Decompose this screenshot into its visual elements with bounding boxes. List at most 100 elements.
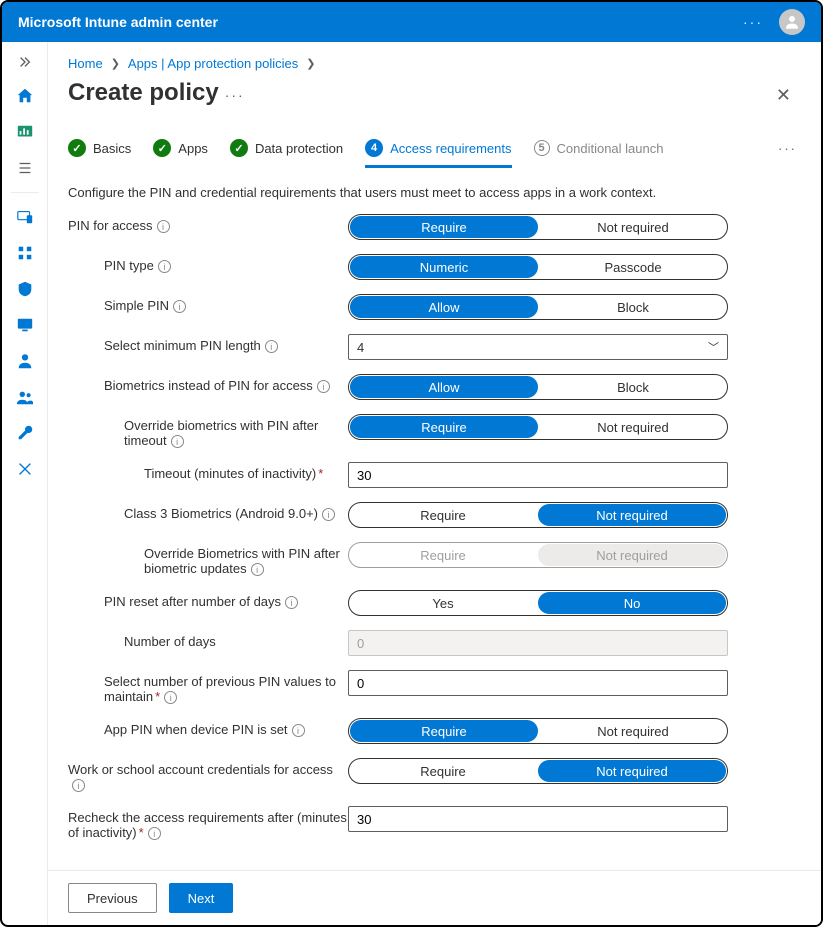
field-label: PIN type — [104, 258, 154, 273]
nav-devices[interactable] — [8, 201, 42, 233]
option-passcode[interactable]: Passcode — [539, 255, 727, 279]
nav-groups[interactable] — [8, 381, 42, 413]
option-require[interactable]: Require — [350, 720, 538, 742]
chevron-right-icon: ❯ — [306, 57, 315, 70]
info-icon[interactable]: i — [285, 596, 298, 609]
checkmark-icon: ✓ — [230, 139, 248, 157]
step-data-protection[interactable]: ✓ Data protection — [230, 139, 343, 157]
option-yes[interactable]: Yes — [349, 591, 537, 615]
toggle-biometrics-instead[interactable]: Allow Block — [348, 374, 728, 400]
nav-apps[interactable] — [8, 237, 42, 269]
info-icon[interactable]: i — [158, 260, 171, 273]
option-require: Require — [349, 543, 537, 567]
close-button[interactable]: ✕ — [770, 81, 797, 110]
toggle-override-bio-timeout[interactable]: Require Not required — [348, 414, 728, 440]
chevron-double-right-icon — [18, 55, 32, 69]
option-require[interactable]: Require — [350, 416, 538, 438]
info-icon[interactable]: i — [157, 220, 170, 233]
option-no[interactable]: No — [538, 592, 726, 614]
nav-users[interactable] — [8, 345, 42, 377]
info-icon[interactable]: i — [72, 779, 85, 792]
nav-dashboard[interactable] — [8, 116, 42, 148]
step-conditional-launch[interactable]: 5 Conditional launch — [534, 140, 664, 156]
step-access-requirements[interactable]: 4Access requirements — [365, 139, 511, 168]
nav-endpoint-security[interactable] — [8, 273, 42, 305]
info-icon[interactable]: i — [164, 691, 177, 704]
field-label: Number of days — [124, 634, 216, 649]
toggle-simple-pin[interactable]: Allow Block — [348, 294, 728, 320]
row-recheck-minutes: Recheck the access requirements after (m… — [68, 806, 801, 840]
row-simple-pin: Simple PINi Allow Block — [68, 294, 801, 320]
next-button[interactable]: Next — [169, 883, 234, 913]
step-basics[interactable]: ✓Basics — [68, 139, 131, 157]
step-label: Conditional launch — [557, 141, 664, 156]
checkmark-icon: ✓ — [153, 139, 171, 157]
field-label: Biometrics instead of PIN for access — [104, 378, 313, 393]
toggle-class3-biometrics[interactable]: Require Not required — [348, 502, 728, 528]
chevron-down-icon: ﹀ — [708, 339, 719, 355]
option-allow[interactable]: Allow — [350, 296, 538, 318]
option-not-required[interactable]: Not required — [539, 215, 727, 239]
info-icon[interactable]: i — [322, 508, 335, 521]
row-class3-biometrics: Class 3 Biometrics (Android 9.0+)i Requi… — [68, 502, 801, 528]
steps-more-icon[interactable]: ··· — [778, 141, 801, 156]
toggle-pin-reset-days[interactable]: Yes No — [348, 590, 728, 616]
option-block[interactable]: Block — [539, 375, 727, 399]
titlebar-more-icon[interactable]: ··· — [743, 14, 763, 30]
info-icon[interactable]: i — [317, 380, 330, 393]
input-recheck-minutes[interactable] — [348, 806, 728, 832]
required-marker: * — [139, 825, 144, 840]
toggle-pin-for-access[interactable]: Require Not required — [348, 214, 728, 240]
option-not-required[interactable]: Not required — [539, 719, 727, 743]
breadcrumb-home[interactable]: Home — [68, 56, 103, 71]
field-label: Recheck the access requirements after (m… — [68, 810, 347, 840]
nav-tenant-admin[interactable] — [8, 417, 42, 449]
info-icon[interactable]: i — [292, 724, 305, 737]
home-icon — [16, 87, 34, 105]
option-not-required[interactable]: Not required — [539, 415, 727, 439]
field-label: Override biometrics with PIN after timeo… — [124, 418, 318, 448]
toggle-override-bio-updates: Require Not required — [348, 542, 728, 568]
page-title: Create policy — [68, 79, 219, 107]
info-icon[interactable]: i — [265, 340, 278, 353]
nav-collapse-button[interactable] — [8, 48, 42, 76]
breadcrumb-apps[interactable]: Apps | App protection policies — [128, 56, 298, 71]
option-require[interactable]: Require — [349, 759, 537, 783]
field-label: Override Biometrics with PIN after biome… — [144, 546, 340, 576]
previous-button[interactable]: Previous — [68, 883, 157, 913]
option-not-required[interactable]: Not required — [538, 504, 726, 526]
step-number: 5 — [534, 140, 550, 156]
info-icon[interactable]: i — [173, 300, 186, 313]
input-prev-pin-values[interactable] — [348, 670, 728, 696]
row-app-pin-when-device-pin: App PIN when device PIN is set i Require … — [68, 718, 801, 744]
list-icon — [16, 159, 34, 177]
option-allow[interactable]: Allow — [350, 376, 538, 398]
tools-icon — [16, 460, 34, 478]
step-number: 4 — [365, 139, 383, 157]
info-icon[interactable]: i — [251, 563, 264, 576]
field-label: App PIN when device PIN is set — [104, 722, 288, 737]
option-require[interactable]: Require — [349, 503, 537, 527]
user-avatar[interactable] — [779, 9, 805, 35]
info-icon[interactable]: i — [148, 827, 161, 840]
info-icon[interactable]: i — [171, 435, 184, 448]
toggle-app-pin-when-device-pin[interactable]: Require Not required — [348, 718, 728, 744]
page-more-icon[interactable]: ··· — [225, 87, 245, 103]
select-min-pin-length[interactable]: 4 ﹀ — [348, 334, 728, 360]
toggle-pin-type[interactable]: Numeric Passcode — [348, 254, 728, 280]
input-timeout-minutes[interactable] — [348, 462, 728, 488]
option-require[interactable]: Require — [350, 216, 538, 238]
toggle-work-account-creds[interactable]: Require Not required — [348, 758, 728, 784]
nav-troubleshooting[interactable] — [8, 453, 42, 485]
nav-home[interactable] — [8, 80, 42, 112]
nav-all-services[interactable] — [8, 152, 42, 184]
step-label: Data protection — [255, 141, 343, 156]
nav-reports[interactable] — [8, 309, 42, 341]
option-not-required[interactable]: Not required — [538, 760, 726, 782]
step-apps[interactable]: ✓ Apps — [153, 139, 208, 157]
option-block[interactable]: Block — [539, 295, 727, 319]
row-number-of-days: Number of days — [68, 630, 801, 656]
step-label: Apps — [178, 141, 208, 156]
option-numeric[interactable]: Numeric — [350, 256, 538, 278]
field-label: Work or school account credentials for a… — [68, 762, 333, 777]
